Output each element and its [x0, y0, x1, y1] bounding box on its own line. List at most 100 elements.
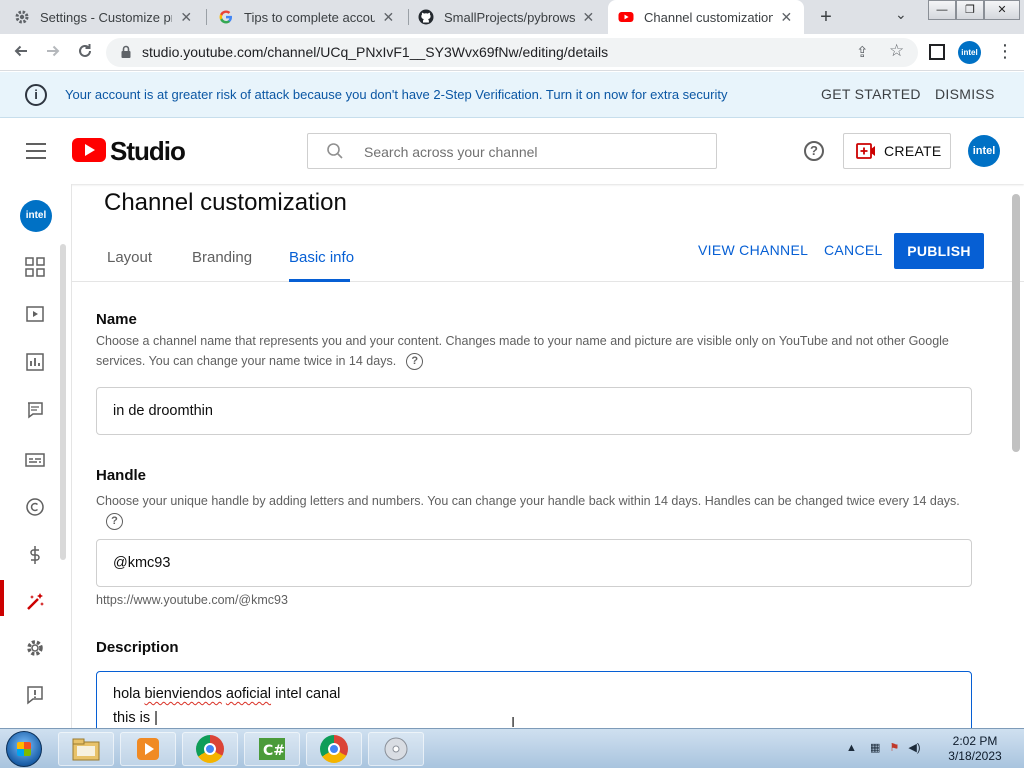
tab-title: Tips to complete account — [244, 9, 375, 25]
csharp-icon[interactable]: C# — [244, 732, 300, 766]
handle-value: @kmc93 — [113, 555, 171, 571]
channel-avatar[interactable]: intel — [20, 200, 52, 232]
bookmark-star-icon[interactable]: ☆ — [889, 41, 904, 61]
browser-menu-icon[interactable]: ⋮ — [996, 41, 1014, 62]
chrome-icon[interactable] — [306, 732, 362, 766]
arrow-left-icon — [14, 45, 27, 57]
close-icon[interactable]: ✕ — [581, 9, 596, 26]
disc-icon[interactable] — [368, 732, 424, 766]
github-icon — [418, 9, 434, 25]
help-icon[interactable]: ? — [406, 353, 424, 371]
handle-section-title: Handle — [96, 467, 147, 484]
close-icon[interactable]: ✕ — [381, 9, 396, 26]
media-player-icon[interactable] — [120, 732, 176, 766]
action-center-icon[interactable]: ⚑ — [889, 742, 899, 754]
security-warning-banner: i Your account is at greater risk of att… — [0, 72, 1024, 118]
minimize-button[interactable]: — — [928, 0, 956, 20]
tab-search-button[interactable]: ⌄ — [895, 6, 907, 23]
lock-icon — [121, 45, 131, 58]
browser-tab-google-tips[interactable]: Tips to complete account ✕ — [208, 0, 406, 34]
clock-time: 2:02 PM — [952, 734, 998, 748]
explorer-icon[interactable] — [58, 732, 114, 766]
tab-layout[interactable]: Layout — [107, 249, 152, 266]
browser-tab-github[interactable]: SmallProjects/pybrowser ✕ — [408, 0, 606, 34]
system-clock[interactable]: 2:02 PM 3/18/2023 — [940, 734, 1010, 764]
google-icon — [218, 9, 234, 25]
subtitles-icon[interactable] — [24, 449, 46, 471]
share-icon[interactable]: ⇪ — [856, 43, 869, 61]
browser-toolbar: studio.youtube.com/channel/UCq_PNxIvF1__… — [0, 34, 1024, 71]
handle-url: https://www.youtube.com/@kmc93 — [96, 593, 288, 607]
settings-icon[interactable] — [24, 637, 46, 659]
comments-icon[interactable] — [24, 399, 46, 421]
youtube-icon — [618, 9, 634, 25]
cancel-button[interactable]: CANCEL — [824, 242, 883, 258]
dismiss-button[interactable]: DISMISS — [935, 86, 995, 102]
create-button[interactable]: CREATE — [843, 133, 951, 169]
active-nav-indicator — [0, 580, 4, 616]
publish-button[interactable]: PUBLISH — [894, 233, 984, 269]
studio-header: Studio Search across your channel ? CREA… — [0, 118, 1024, 184]
description-line-2: this is | — [113, 710, 158, 726]
description-word: intel canal — [275, 686, 341, 702]
banner-message: Your account is at greater risk of attac… — [65, 87, 728, 102]
name-section-description: Choose a channel name that represents yo… — [96, 331, 966, 371]
close-icon[interactable]: ✕ — [178, 9, 194, 26]
create-label: CREATE — [884, 143, 942, 159]
search-icon — [327, 143, 343, 159]
handle-field[interactable]: @kmc93 — [96, 539, 972, 587]
close-icon[interactable]: ✕ — [779, 9, 794, 26]
volume-icon[interactable]: ◀) — [908, 742, 920, 754]
back-button[interactable] — [10, 42, 32, 64]
reload-icon — [79, 44, 91, 57]
browser-tab-channel-customization[interactable]: Channel customization - ✕ — [608, 0, 804, 34]
chrome-icon[interactable] — [182, 732, 238, 766]
close-window-button[interactable]: ✕ — [984, 0, 1020, 20]
tab-title: Settings - Customize pro — [40, 9, 173, 25]
dashboard-icon[interactable] — [24, 256, 46, 278]
tab-branding[interactable]: Branding — [192, 249, 252, 266]
network-icon[interactable]: ▦ — [870, 742, 880, 754]
arrow-right-icon — [47, 45, 60, 57]
misspelled-word: aoficial — [225, 686, 272, 702]
channel-search-input[interactable]: Search across your channel — [307, 133, 717, 169]
tab-title: SmallProjects/pybrowser — [444, 9, 575, 25]
youtube-logo-icon[interactable] — [72, 138, 106, 162]
start-button[interactable] — [6, 731, 42, 767]
windows-taskbar: C# ▲ ▦ ⚑ ◀) 2:02 PM 3/18/2023 — [0, 728, 1024, 768]
left-nav-rail: intel — [0, 184, 72, 728]
restore-button[interactable]: ❐ — [956, 0, 984, 20]
search-placeholder: Search across your channel — [364, 144, 538, 160]
name-section-title: Name — [96, 311, 137, 328]
customization-icon[interactable] — [24, 591, 46, 613]
tab-basic-info[interactable]: Basic info — [289, 249, 354, 266]
earn-icon[interactable] — [24, 544, 46, 566]
clock-date: 3/18/2023 — [948, 749, 1002, 763]
svg-text:C#: C# — [263, 743, 285, 759]
menu-icon[interactable] — [26, 143, 46, 159]
channel-name-field[interactable]: in de droomthin — [96, 387, 972, 435]
browser-tab-settings[interactable]: Settings - Customize pro ✕ — [4, 0, 204, 34]
content-icon[interactable] — [24, 303, 46, 325]
url-text: studio.youtube.com/channel/UCq_PNxIvF1__… — [142, 44, 609, 60]
page-scrollbar[interactable] — [1012, 194, 1020, 452]
reload-button[interactable] — [74, 42, 96, 64]
active-tab-indicator — [289, 279, 350, 282]
studio-logo-text[interactable]: Studio — [110, 136, 186, 167]
side-panel-icon[interactable] — [929, 44, 945, 60]
show-hidden-icons-button[interactable]: ▲ — [846, 742, 857, 754]
new-tab-button[interactable]: + — [814, 5, 838, 29]
rail-scrollbar[interactable] — [60, 244, 66, 560]
copyright-icon[interactable] — [24, 496, 46, 518]
feedback-icon[interactable] — [24, 684, 46, 706]
help-icon[interactable]: ? — [804, 141, 824, 161]
get-started-button[interactable]: GET STARTED — [821, 86, 921, 102]
analytics-icon[interactable] — [24, 351, 46, 373]
browser-profile-avatar[interactable]: intel — [958, 41, 981, 64]
handle-help-text: Choose your unique handle by adding lett… — [96, 494, 960, 508]
view-channel-button[interactable]: VIEW CHANNEL — [698, 242, 808, 258]
forward-button[interactable] — [42, 42, 64, 64]
address-bar[interactable]: studio.youtube.com/channel/UCq_PNxIvF1__… — [106, 38, 918, 67]
help-icon[interactable]: ? — [106, 513, 123, 531]
account-avatar[interactable]: intel — [968, 135, 1000, 167]
